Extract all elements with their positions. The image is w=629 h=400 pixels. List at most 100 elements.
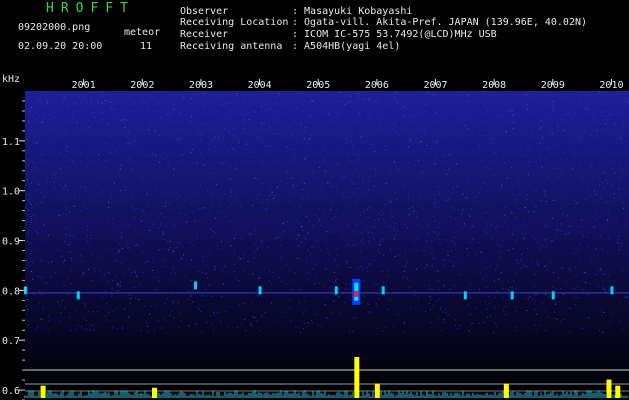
noise-dot bbox=[461, 118, 463, 120]
noise-dot bbox=[587, 124, 589, 126]
noise-dot bbox=[349, 330, 351, 332]
noise-dot bbox=[484, 229, 486, 231]
noise-dot bbox=[164, 102, 166, 104]
noise-dot bbox=[187, 94, 189, 96]
noise-dot bbox=[308, 250, 310, 252]
noise-dot bbox=[168, 203, 170, 205]
noise-dot bbox=[398, 141, 399, 143]
noise-dot bbox=[335, 247, 337, 249]
noise-dot bbox=[313, 283, 315, 285]
noise-dot bbox=[352, 146, 353, 148]
noise-dot bbox=[486, 109, 488, 111]
noise-dot bbox=[200, 310, 202, 312]
noise-dot bbox=[157, 320, 159, 322]
noise-dot bbox=[325, 241, 327, 243]
noise-dot bbox=[527, 149, 529, 151]
noise-dot bbox=[531, 134, 533, 136]
noise-dot bbox=[527, 161, 529, 163]
noise-dot bbox=[330, 174, 332, 176]
noise-dot bbox=[457, 328, 459, 330]
noise-dot bbox=[435, 95, 437, 97]
noise-dot bbox=[195, 144, 196, 146]
noise-dot bbox=[335, 116, 337, 118]
noise-dot bbox=[424, 110, 426, 112]
noise-dot bbox=[128, 130, 129, 132]
noise-dot bbox=[127, 247, 129, 249]
noise-dot bbox=[524, 207, 526, 208]
noise-dot bbox=[615, 221, 617, 223]
noise-dot bbox=[117, 93, 119, 94]
noise-dot bbox=[167, 166, 169, 168]
noise-dot bbox=[599, 216, 601, 218]
noise-dot bbox=[47, 282, 49, 284]
noise-dot bbox=[405, 265, 407, 267]
noise-dot bbox=[504, 206, 506, 208]
noise-dot bbox=[44, 282, 46, 284]
noise-dot bbox=[405, 117, 407, 119]
noise-dot bbox=[495, 227, 497, 229]
noise-dot bbox=[433, 257, 435, 259]
noise-dot bbox=[284, 311, 286, 313]
noise-dot bbox=[35, 133, 37, 135]
noise-dot bbox=[436, 270, 438, 271]
noise-dot bbox=[170, 121, 172, 123]
noise-dot bbox=[31, 207, 33, 209]
noise-dot bbox=[357, 97, 359, 99]
noise-dot bbox=[85, 190, 87, 192]
noise-dot bbox=[392, 109, 394, 111]
noise-dot bbox=[569, 307, 571, 309]
noise-dot bbox=[509, 110, 511, 112]
noise-dot bbox=[191, 116, 193, 118]
noise-dot bbox=[38, 302, 40, 304]
noise-dot bbox=[340, 135, 342, 137]
noise-dot bbox=[201, 295, 203, 297]
noise-dot bbox=[92, 202, 94, 204]
noise-dot bbox=[560, 95, 561, 97]
noise-dot bbox=[262, 160, 264, 162]
noise-dot bbox=[191, 280, 193, 282]
noise-dot bbox=[253, 156, 255, 158]
noise-dot bbox=[313, 99, 315, 101]
noise-dot bbox=[259, 330, 261, 332]
noise-dot bbox=[261, 183, 263, 184]
noise-dot bbox=[503, 172, 505, 174]
noise-dot bbox=[515, 240, 517, 242]
noise-dot bbox=[398, 101, 400, 103]
noise-dot bbox=[80, 128, 82, 130]
noise-dot bbox=[582, 176, 584, 178]
noise-dot bbox=[149, 134, 151, 135]
noise-dot bbox=[149, 230, 151, 231]
noise-dot bbox=[374, 226, 376, 228]
noise-dot bbox=[425, 240, 427, 242]
noise-dot bbox=[26, 152, 28, 154]
noise-dot bbox=[278, 277, 280, 279]
noise-dot bbox=[172, 109, 174, 111]
noise-dot bbox=[233, 134, 235, 136]
noise-dot bbox=[30, 221, 32, 223]
noise-dot bbox=[521, 155, 523, 157]
noise-dot bbox=[620, 243, 622, 245]
noise-dot bbox=[346, 260, 347, 262]
noise-dot bbox=[375, 172, 377, 174]
noise-dot bbox=[534, 309, 536, 310]
noise-dot bbox=[603, 311, 605, 313]
noise-dot bbox=[515, 217, 517, 219]
noise-dot bbox=[261, 142, 263, 144]
noise-dot bbox=[605, 123, 607, 125]
noise-dot bbox=[503, 159, 505, 161]
noise-dot bbox=[249, 144, 251, 146]
noise-dot bbox=[278, 92, 280, 94]
noise-dot bbox=[328, 182, 330, 184]
noise-dot bbox=[370, 107, 372, 109]
noise-dot bbox=[154, 305, 156, 307]
noise-dot bbox=[163, 239, 165, 241]
noise-dot bbox=[305, 238, 307, 240]
noise-dot bbox=[303, 300, 305, 302]
noise-dot bbox=[389, 190, 391, 192]
noise-dot bbox=[300, 182, 302, 184]
noise-dot bbox=[343, 176, 345, 178]
noise-dot bbox=[104, 100, 106, 102]
noise-dot bbox=[545, 113, 547, 115]
noise-dot bbox=[353, 183, 355, 185]
noise-dot bbox=[229, 178, 231, 180]
